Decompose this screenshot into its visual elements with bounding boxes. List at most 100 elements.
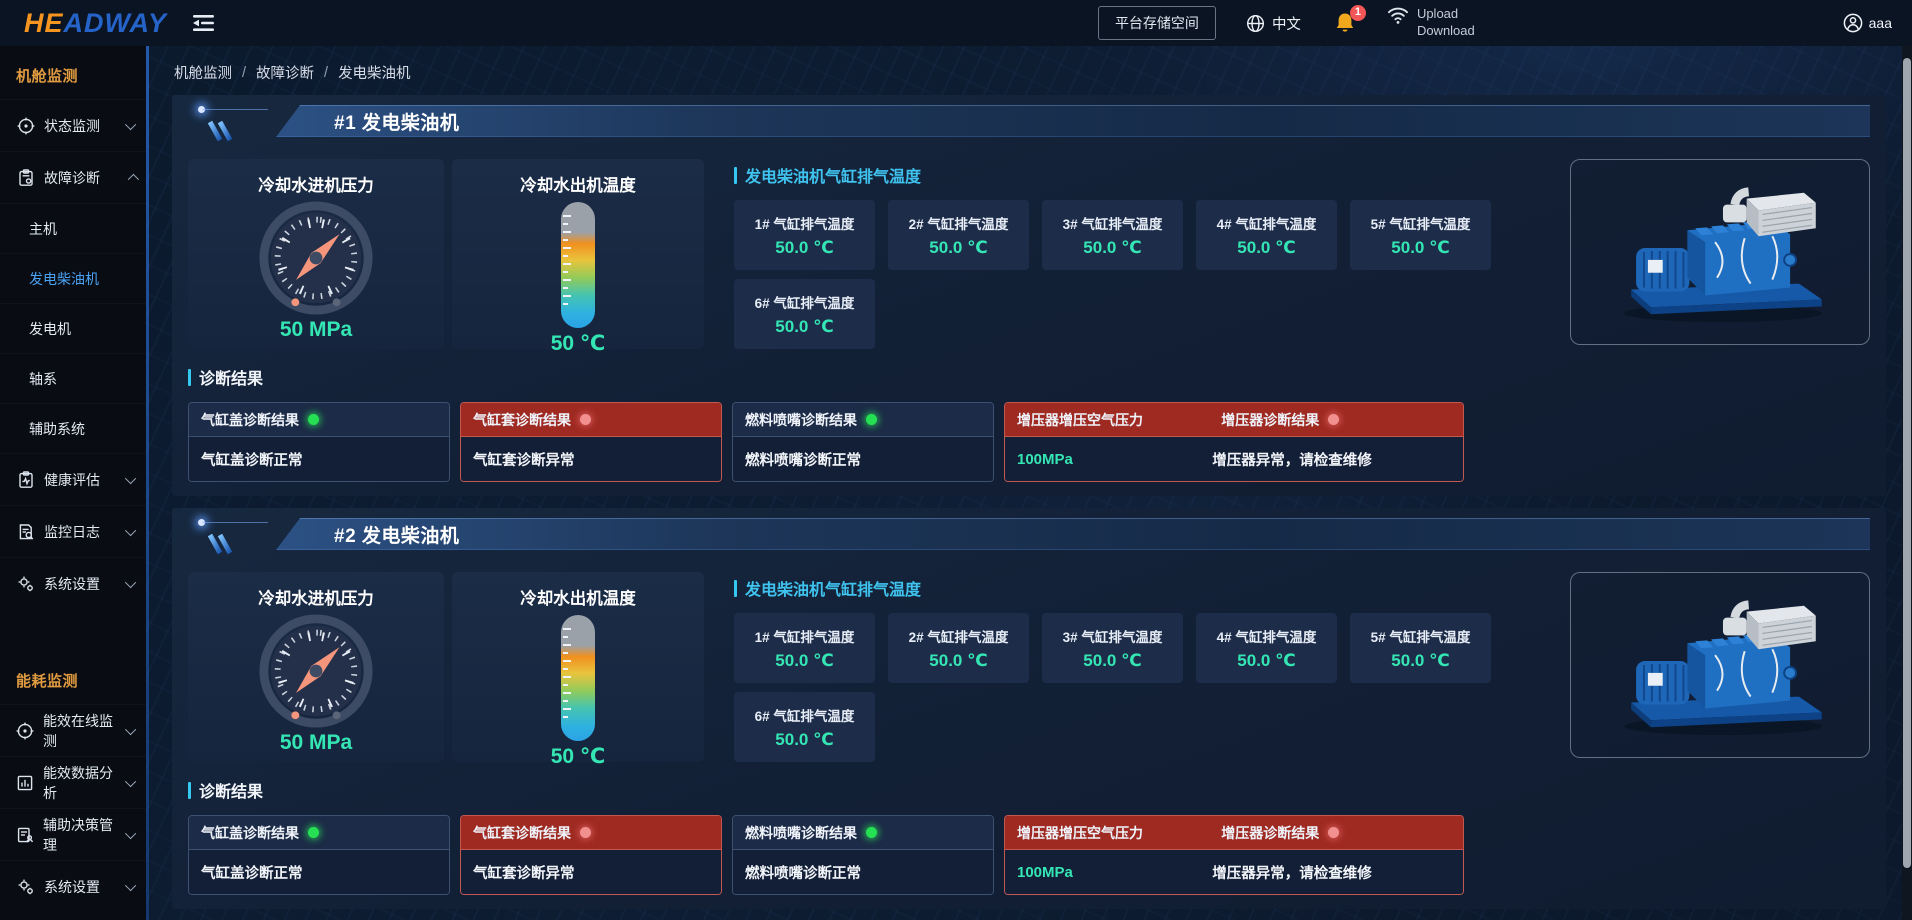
wifi-icon (1387, 6, 1409, 25)
thermometer-title: 冷却水出机温度 (460, 585, 696, 609)
coolant-inlet-pressure-card: 冷却水进机压力 50 (188, 159, 444, 349)
breadcrumb-item-engine-room[interactable]: 机舱监测 (174, 62, 232, 83)
diesel-engine-image (1570, 159, 1870, 345)
sidebar-section-energy-header: 能耗监测 (0, 655, 146, 704)
sidebar-subitem-generator-diesel-engine[interactable]: 发电柴油机 (0, 253, 146, 303)
breadcrumb-separator: / (242, 65, 246, 81)
sidebar: 机舱监测 状态监测 故障诊断 主机 (0, 46, 146, 920)
sidebar-subitem-generator[interactable]: 发电机 (0, 303, 146, 353)
diagnosis-card-cylinder-head: 气缸盖诊断结果 气缸盖诊断正常 (188, 402, 450, 482)
scrollbar-thumb[interactable] (1903, 58, 1911, 868)
system-settings-icon (16, 878, 35, 896)
notifications-button[interactable]: 1 (1335, 12, 1355, 34)
sidebar-item-status-monitoring[interactable]: 状态监测 (0, 99, 146, 151)
sidebar-item-decision-support[interactable]: 辅助决策管理 (0, 808, 146, 860)
chevron-down-icon (125, 472, 136, 483)
status-dot-abnormal (1328, 414, 1339, 425)
gauge-value: 50 MPa (196, 731, 436, 755)
gauge-value: 50 MPa (196, 318, 436, 342)
cylinder-temp-card-5: 5# 气缸排气温度 50.0 ℃ (1350, 613, 1491, 683)
diagnosis-card-turbocharger: 增压器增压空气压力 增压器诊断结果 100MPa 增压器异常，请检查维修 (1004, 815, 1464, 895)
upload-label: Upload (1417, 6, 1475, 23)
topbar: HEADWAY 平台存储空间 中文 1 Upload Download (0, 0, 1912, 46)
hamburger-icon (193, 14, 215, 32)
cylinder-temp-card-1: 1# 气缸排气温度 50.0 ℃ (734, 200, 875, 270)
main-content: 机舱监测 / 故障诊断 / 发电柴油机 #1 发电柴油机 (146, 46, 1912, 920)
decision-support-icon (16, 826, 34, 844)
chevron-down-icon (125, 723, 136, 734)
cylinder-temp-card-2: 2# 气缸排气温度 50.0 ℃ (888, 200, 1029, 270)
sidebar-item-energy-data-analysis[interactable]: 能效数据分析 (0, 756, 146, 808)
panel-header: #2 发电柴油机 (188, 518, 1870, 562)
double-slash-icon (206, 533, 234, 555)
cylinder-section-title: 发电柴油机气缸排气温度 (745, 163, 921, 187)
cylinder-temp-card-1: 1# 气缸排气温度 50.0 ℃ (734, 613, 875, 683)
header-line-decoration (202, 109, 268, 110)
sidebar-item-health-assessment[interactable]: 健康评估 (0, 453, 146, 505)
thermometer-value: 50 ℃ (460, 331, 696, 356)
diagnosis-card-fuel-nozzle: 燃料喷嘴诊断结果 燃料喷嘴诊断正常 (732, 815, 994, 895)
vertical-scrollbar[interactable] (1902, 46, 1912, 920)
diagnosis-section-title: 诊断结果 (199, 778, 263, 802)
sidebar-item-label: 系统设置 (44, 574, 100, 594)
diagnosis-section: 诊断结果 气缸盖诊断结果 气缸盖诊断正常 气缸套诊断结果 (188, 365, 1870, 482)
pressure-gauge (257, 199, 375, 317)
sidebar-item-monitoring-log[interactable]: 监控日志 (0, 505, 146, 557)
sidebar-item-energy-online-monitoring[interactable]: 能效在线监测 (0, 704, 146, 756)
energy-online-monitoring-icon (16, 722, 34, 740)
cylinder-temp-card-3: 3# 气缸排气温度 50.0 ℃ (1042, 200, 1183, 270)
gauge-title: 冷却水进机压力 (196, 585, 436, 609)
coolant-inlet-pressure-card: 冷却水进机压力 50 (188, 572, 444, 762)
breadcrumb-item-current: 发电柴油机 (338, 62, 411, 83)
gauge-title: 冷却水进机压力 (196, 172, 436, 196)
username: aaa (1869, 15, 1892, 31)
diagnosis-section: 诊断结果 气缸盖诊断结果 气缸盖诊断正常 气缸套诊断结果 (188, 778, 1870, 895)
status-dot-normal (308, 827, 319, 838)
breadcrumb-item-fault-diagnosis[interactable]: 故障诊断 (256, 62, 314, 83)
chevron-down-icon (125, 879, 136, 890)
chevron-down-icon (125, 524, 136, 535)
sidebar-collapse-button[interactable] (193, 14, 215, 32)
cylinder-temp-card-4: 4# 气缸排气温度 50.0 ℃ (1196, 613, 1337, 683)
diagnosis-card-fuel-nozzle: 燃料喷嘴诊断结果 燃料喷嘴诊断正常 (732, 402, 994, 482)
user-menu[interactable]: aaa (1843, 13, 1892, 33)
breadcrumb: 机舱监测 / 故障诊断 / 发电柴油机 (172, 46, 1886, 95)
sidebar-item-label: 能效在线监测 (43, 711, 119, 751)
panel-title: #1 发电柴油机 (334, 108, 459, 135)
diagnosis-card-cylinder-liner: 气缸套诊断结果 气缸套诊断异常 (460, 402, 722, 482)
pressure-gauge (257, 612, 375, 730)
cylinder-temp-card-6: 6# 气缸排气温度 50.0 ℃ (734, 279, 875, 349)
cylinder-temp-card-6: 6# 气缸排气温度 50.0 ℃ (734, 692, 875, 762)
sidebar-item-label: 系统设置 (44, 877, 100, 897)
logo-part-1: HE (24, 8, 64, 39)
panel-diesel-engine-2: #2 发电柴油机 冷却水进机压力 (172, 508, 1886, 909)
platform-storage-button[interactable]: 平台存储空间 (1098, 6, 1216, 40)
diagnosis-card-turbocharger: 增压器增压空气压力 增压器诊断结果 100MPa 增压器异常，请检查维修 (1004, 402, 1464, 482)
chevron-down-icon (125, 576, 136, 587)
sidebar-item-system-settings[interactable]: 系统设置 (0, 557, 146, 609)
sidebar-item-label: 故障诊断 (44, 168, 100, 188)
upload-download-button[interactable]: Upload Download (1387, 6, 1475, 40)
sidebar-subitem-shafting[interactable]: 轴系 (0, 353, 146, 403)
sidebar-subitem-main-engine[interactable]: 主机 (0, 203, 146, 253)
thermometer-value: 50 ℃ (460, 744, 696, 769)
sidebar-item-fault-diagnosis[interactable]: 故障诊断 (0, 151, 146, 203)
cylinder-temp-card-2: 2# 气缸排气温度 50.0 ℃ (888, 613, 1029, 683)
sidebar-item-system-settings-2[interactable]: 系统设置 (0, 860, 146, 912)
status-dot-normal (308, 414, 319, 425)
chevron-down-icon (125, 775, 136, 786)
thermometer (555, 613, 601, 743)
sidebar-item-label: 能效数据分析 (43, 763, 119, 803)
headway-logo: HEADWAY (24, 8, 167, 39)
diagnosis-card-cylinder-liner: 气缸套诊断结果 气缸套诊断异常 (460, 815, 722, 895)
sidebar-subitem-auxiliary-system[interactable]: 辅助系统 (0, 403, 146, 453)
thermometer (555, 200, 601, 330)
thermometer-title: 冷却水出机温度 (460, 172, 696, 196)
cylinder-exhaust-section: 发电柴油机气缸排气温度 1# 气缸排气温度 50.0 ℃ 2# 气缸排气温度 5… (712, 572, 1510, 762)
panel-title-bar: #1 发电柴油机 (276, 105, 1870, 137)
cyan-accent-bar (188, 782, 191, 799)
language-selector[interactable]: 中文 (1246, 13, 1301, 34)
cyan-accent-bar (188, 369, 191, 386)
chevron-down-icon (125, 118, 136, 129)
sidebar-item-label: 监控日志 (44, 522, 100, 542)
